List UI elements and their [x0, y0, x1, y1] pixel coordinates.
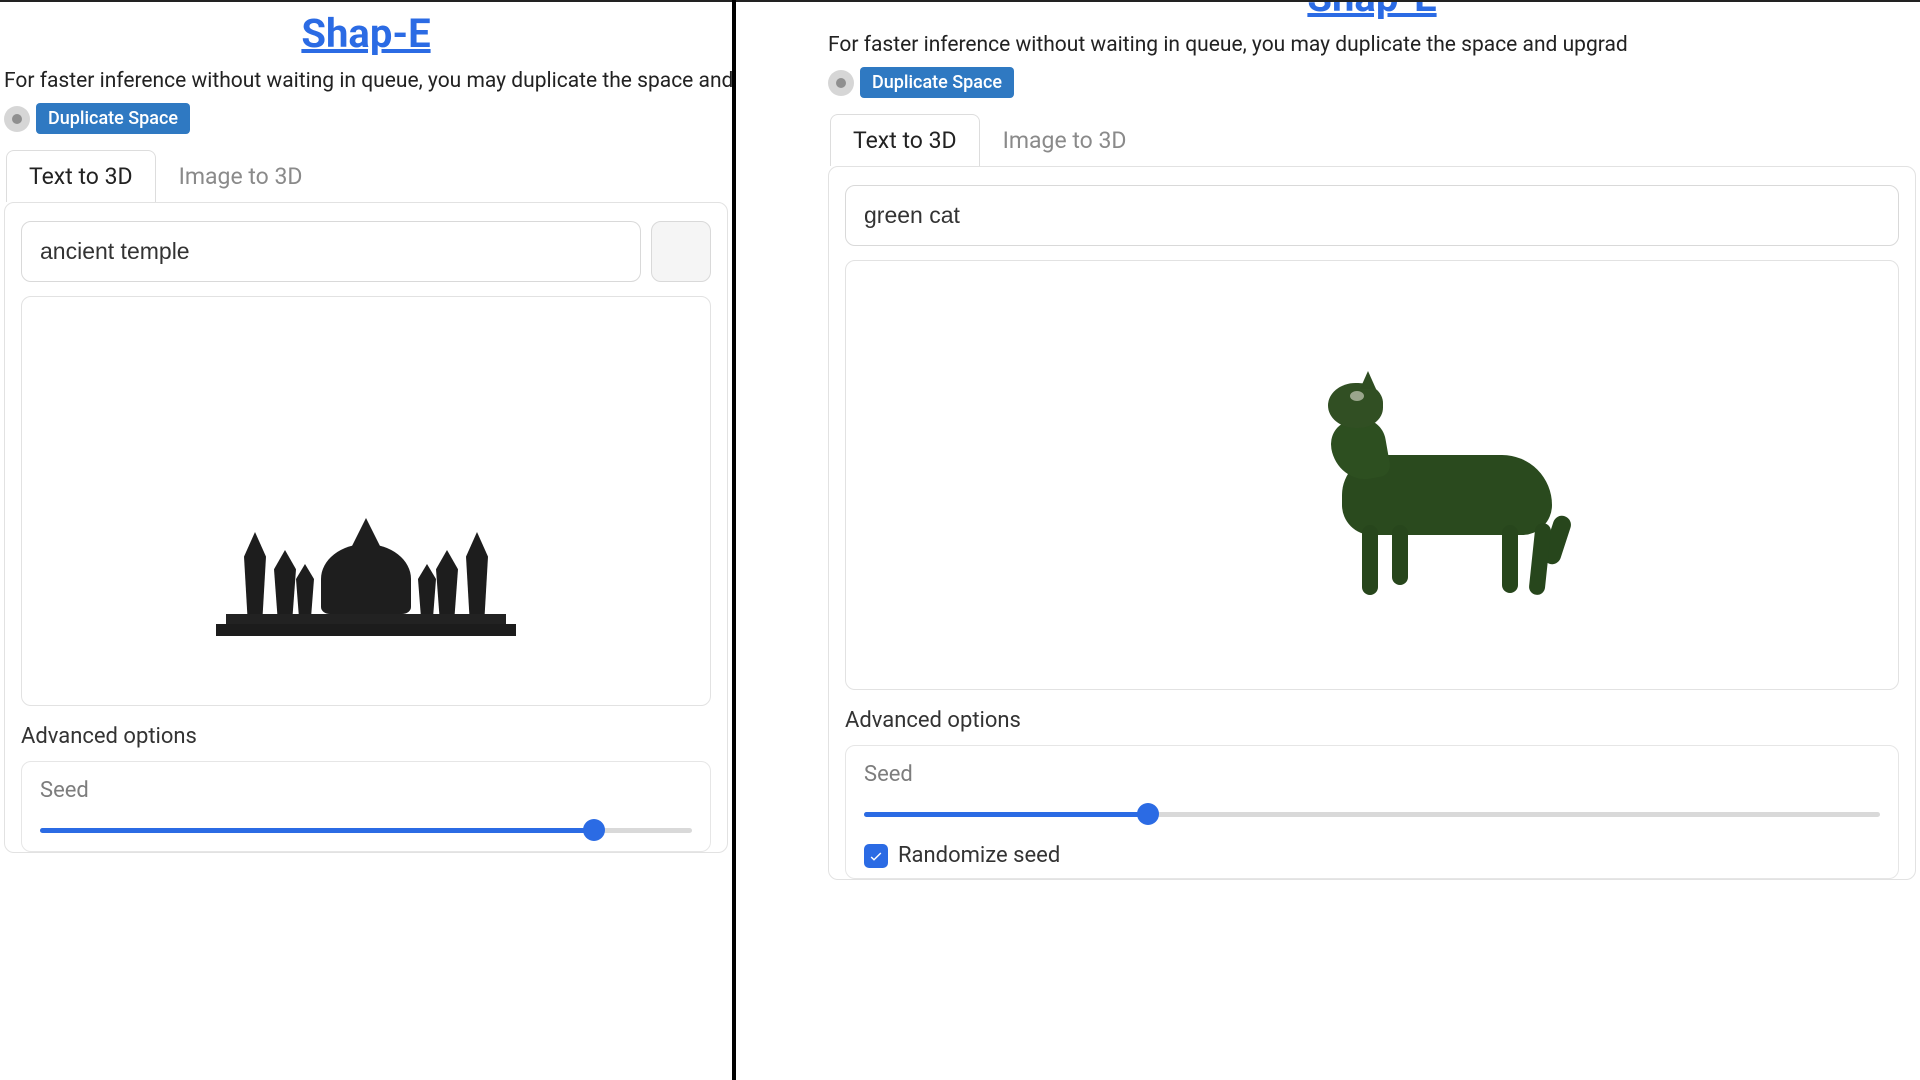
- seed-slider[interactable]: [40, 819, 692, 841]
- advanced-options-panel: Seed: [21, 761, 711, 852]
- prompt-input[interactable]: [21, 221, 641, 282]
- seed-slider[interactable]: [864, 803, 1880, 825]
- tabs: Text to 3D Image to 3D: [6, 150, 732, 202]
- seed-label: Seed: [40, 778, 692, 803]
- prompt-input[interactable]: [845, 185, 1899, 246]
- advanced-options-panel: Seed Randomize seed: [845, 745, 1899, 879]
- duplicate-icon: [828, 70, 854, 96]
- check-icon: [868, 848, 884, 864]
- cat-render: [1302, 365, 1602, 625]
- tab-image-to-3d[interactable]: Image to 3D: [156, 150, 326, 202]
- advanced-options-title: Advanced options: [845, 708, 1899, 733]
- temple-render: [216, 486, 516, 636]
- randomize-seed-checkbox[interactable]: [864, 844, 888, 868]
- run-button[interactable]: [651, 221, 711, 282]
- tab-text-to-3d[interactable]: Text to 3D: [830, 114, 980, 166]
- randomize-seed-label: Randomize seed: [898, 843, 1060, 868]
- advanced-options-title: Advanced options: [21, 724, 711, 749]
- duplicate-space-button[interactable]: Duplicate Space: [860, 67, 1014, 98]
- main-panel: Advanced options Seed Randomize seed: [828, 166, 1916, 880]
- model-viewer[interactable]: [845, 260, 1899, 690]
- duplicate-space-button[interactable]: Duplicate Space: [36, 103, 190, 134]
- model-viewer[interactable]: [21, 296, 711, 706]
- tab-text-to-3d[interactable]: Text to 3D: [6, 150, 156, 202]
- left-pane: Shap-E For faster inference without wait…: [0, 0, 732, 1080]
- subtitle-text: For faster inference without waiting in …: [828, 33, 1916, 57]
- app-title[interactable]: Shap-E: [824, 0, 1920, 21]
- right-pane: Shap-E For faster inference without wait…: [736, 0, 1920, 1080]
- tabs: Text to 3D Image to 3D: [830, 114, 1920, 166]
- seed-label: Seed: [864, 762, 1880, 787]
- duplicate-icon: [4, 106, 30, 132]
- main-panel: Advanced options Seed: [4, 202, 728, 853]
- subtitle-text: For faster inference without waiting in …: [4, 69, 728, 93]
- tab-image-to-3d[interactable]: Image to 3D: [980, 114, 1150, 166]
- app-title[interactable]: Shap-E: [0, 10, 732, 57]
